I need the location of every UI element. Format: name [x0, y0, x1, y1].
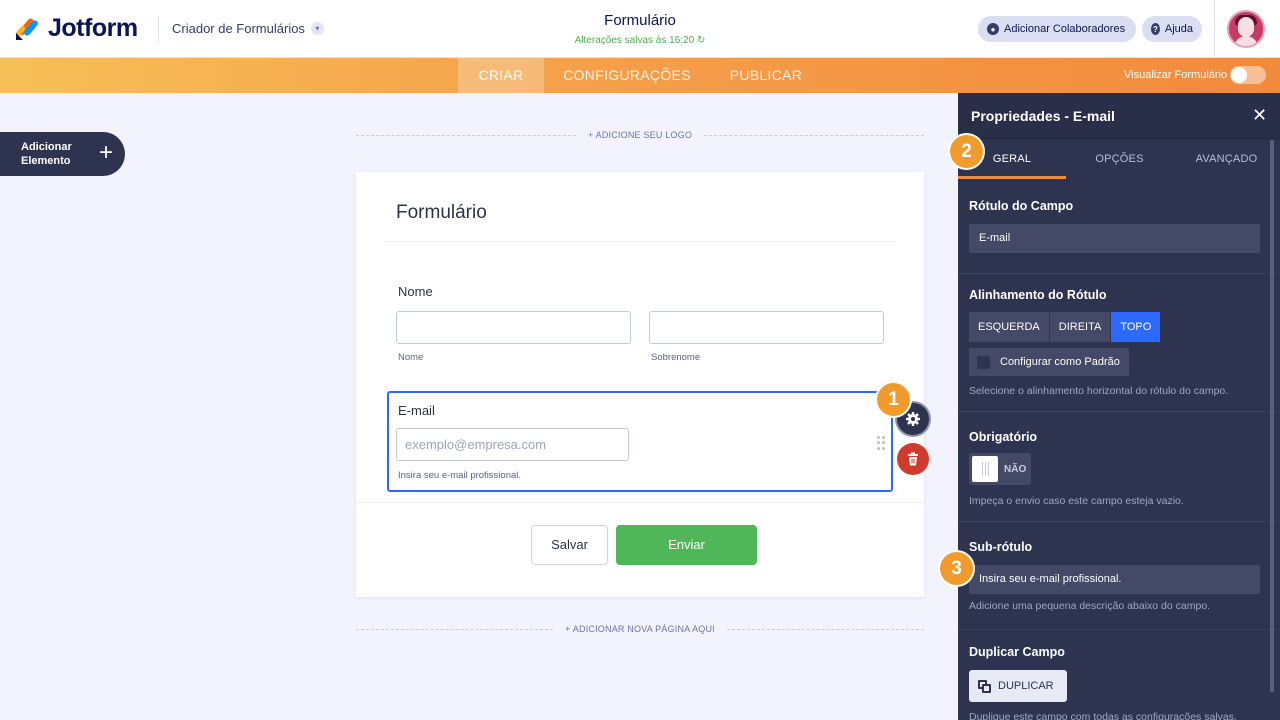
alignment-description: Selecione o alinhamento horizontal do ró… [969, 385, 1229, 397]
add-logo-link[interactable]: + ADICIONE SEU LOGO [588, 130, 692, 140]
save-button[interactable]: Salvar [531, 525, 608, 565]
add-page-row[interactable]: + ADICIONAR NOVA PÁGINA AQUI [356, 622, 925, 636]
help-label: Ajuda [1164, 23, 1193, 35]
gear-icon [906, 412, 920, 426]
close-icon[interactable]: ✕ [1252, 105, 1267, 125]
preview-label: Visualizar Formulário [1124, 69, 1228, 81]
duplicate-heading: Duplicar Campo [969, 645, 1065, 659]
help-icon: ? [1151, 23, 1160, 35]
align-right-option[interactable]: DIREITA [1049, 312, 1112, 342]
alignment-heading: Alinhamento do Rótulo [969, 288, 1107, 302]
chevron-down-icon: ▾ [310, 22, 324, 35]
name-label: Nome [398, 284, 433, 299]
trash-icon [908, 452, 918, 466]
submit-button[interactable]: Enviar [616, 525, 757, 565]
add-element-label: Adicionar Elemento [21, 141, 72, 167]
panel-scrollbar[interactable] [1270, 140, 1274, 692]
section-divider [958, 273, 1280, 274]
first-name-sublabel: Nome [398, 352, 424, 363]
add-collaborators-label: Adicionar Colaboradores [1004, 23, 1126, 35]
header-divider [158, 16, 159, 42]
panel-title: Propriedades - E-mail [971, 108, 1115, 124]
field-label-heading: Rótulo do Campo [969, 199, 1074, 213]
panel-header: Propriedades - E-mail ✕ [958, 93, 1280, 139]
toggle-knob [1231, 67, 1247, 83]
save-status-text: Alterações salvas às 16:20 [574, 35, 695, 46]
logo-text: Jotform [48, 14, 138, 42]
step-badge-3: 3 [940, 552, 973, 585]
tab-opcoes[interactable]: OPÇÕES [1066, 139, 1173, 179]
jotform-logo[interactable]: Jotform [14, 14, 138, 43]
refresh-icon: ↻ [696, 35, 706, 46]
sublabel-heading: Sub-rótulo [969, 540, 1033, 554]
add-collaborators-button[interactable]: ● Adicionar Colaboradores [978, 16, 1136, 42]
add-logo-row[interactable]: + ADICIONE SEU LOGO [356, 128, 924, 142]
duplicate-description: Duplique este campo com todas as configu… [969, 711, 1237, 720]
email-sublabel: Insira seu e-mail profissional. [398, 470, 522, 481]
properties-panel: Propriedades - E-mail ✕ GERAL OPÇÕES AVA… [958, 93, 1280, 720]
form-heading[interactable]: Formulário [396, 202, 487, 224]
align-top-option[interactable]: TOPO [1111, 312, 1162, 342]
tab-criar[interactable]: CRIAR [458, 58, 544, 93]
section-divider [958, 411, 1280, 412]
drag-handle-icon[interactable] [877, 436, 885, 450]
preview-toggle[interactable] [1230, 66, 1266, 84]
add-page-link[interactable]: + ADICIONAR NOVA PÁGINA AQUI [565, 624, 715, 634]
last-name-input[interactable] [649, 311, 884, 344]
add-element-button[interactable]: Adicionar Elemento + [0, 132, 125, 176]
step-badge-1: 1 [877, 383, 910, 416]
toggle-knob [972, 456, 998, 482]
set-default-checkbox-row[interactable]: Configurar como Padrão [969, 348, 1129, 376]
first-name-input[interactable] [396, 311, 631, 344]
duplicate-label: DUPLICAR [998, 680, 1054, 692]
align-left-option[interactable]: ESQUERDA [969, 312, 1050, 342]
builder-dropdown[interactable]: Criador de Formulários ▾ [172, 21, 324, 36]
required-state-label: NÃO [1004, 463, 1027, 475]
help-button[interactable]: ? Ajuda [1142, 16, 1202, 42]
alignment-segmented: ESQUERDA DIREITA TOPO [969, 312, 1162, 342]
checkbox[interactable] [977, 355, 990, 369]
duplicate-button[interactable]: DUPLICAR [969, 670, 1067, 702]
tab-configuracoes[interactable]: CONFIGURAÇÕES [556, 58, 698, 93]
required-description: Impeça o envio caso este campo esteja va… [969, 495, 1184, 507]
form-card: Formulário Nome Nome Sobrenome E-mail ex… [356, 172, 924, 597]
builder-label: Criador de Formulários [172, 21, 305, 36]
avatar[interactable] [1227, 10, 1265, 48]
field-label-input[interactable]: E-mail [969, 224, 1260, 253]
required-heading: Obrigatório [969, 430, 1038, 444]
section-divider [958, 521, 1280, 522]
email-label: E-mail [398, 403, 435, 418]
email-input[interactable]: exemplo@empresa.com [396, 428, 629, 461]
builder-nav: CRIAR CONFIGURAÇÕES PUBLICAR [0, 58, 1280, 93]
tab-avancado[interactable]: AVANÇADO [1173, 139, 1280, 179]
sublabel-description: Adicione uma pequena descrição abaixo do… [969, 600, 1211, 612]
plus-icon: + [99, 139, 114, 166]
avatar-divider [1214, 0, 1215, 58]
tab-publicar[interactable]: PUBLICAR [722, 58, 810, 93]
required-toggle[interactable]: NÃO [969, 453, 1031, 485]
section-divider [958, 629, 1280, 630]
jotform-logo-icon [15, 18, 38, 40]
divider [386, 241, 894, 242]
top-header: Jotform Criador de Formulários ▾ Formulá… [0, 0, 1280, 58]
step-badge-2: 2 [950, 135, 983, 168]
last-name-sublabel: Sobrenome [651, 352, 701, 363]
set-default-label: Configurar como Padrão [1000, 356, 1120, 368]
delete-field-button[interactable] [897, 443, 929, 475]
sublabel-input[interactable]: Insira seu e-mail profissional. [969, 565, 1260, 594]
divider [356, 502, 924, 503]
copy-icon [978, 679, 991, 693]
user-icon: ● [987, 23, 999, 35]
